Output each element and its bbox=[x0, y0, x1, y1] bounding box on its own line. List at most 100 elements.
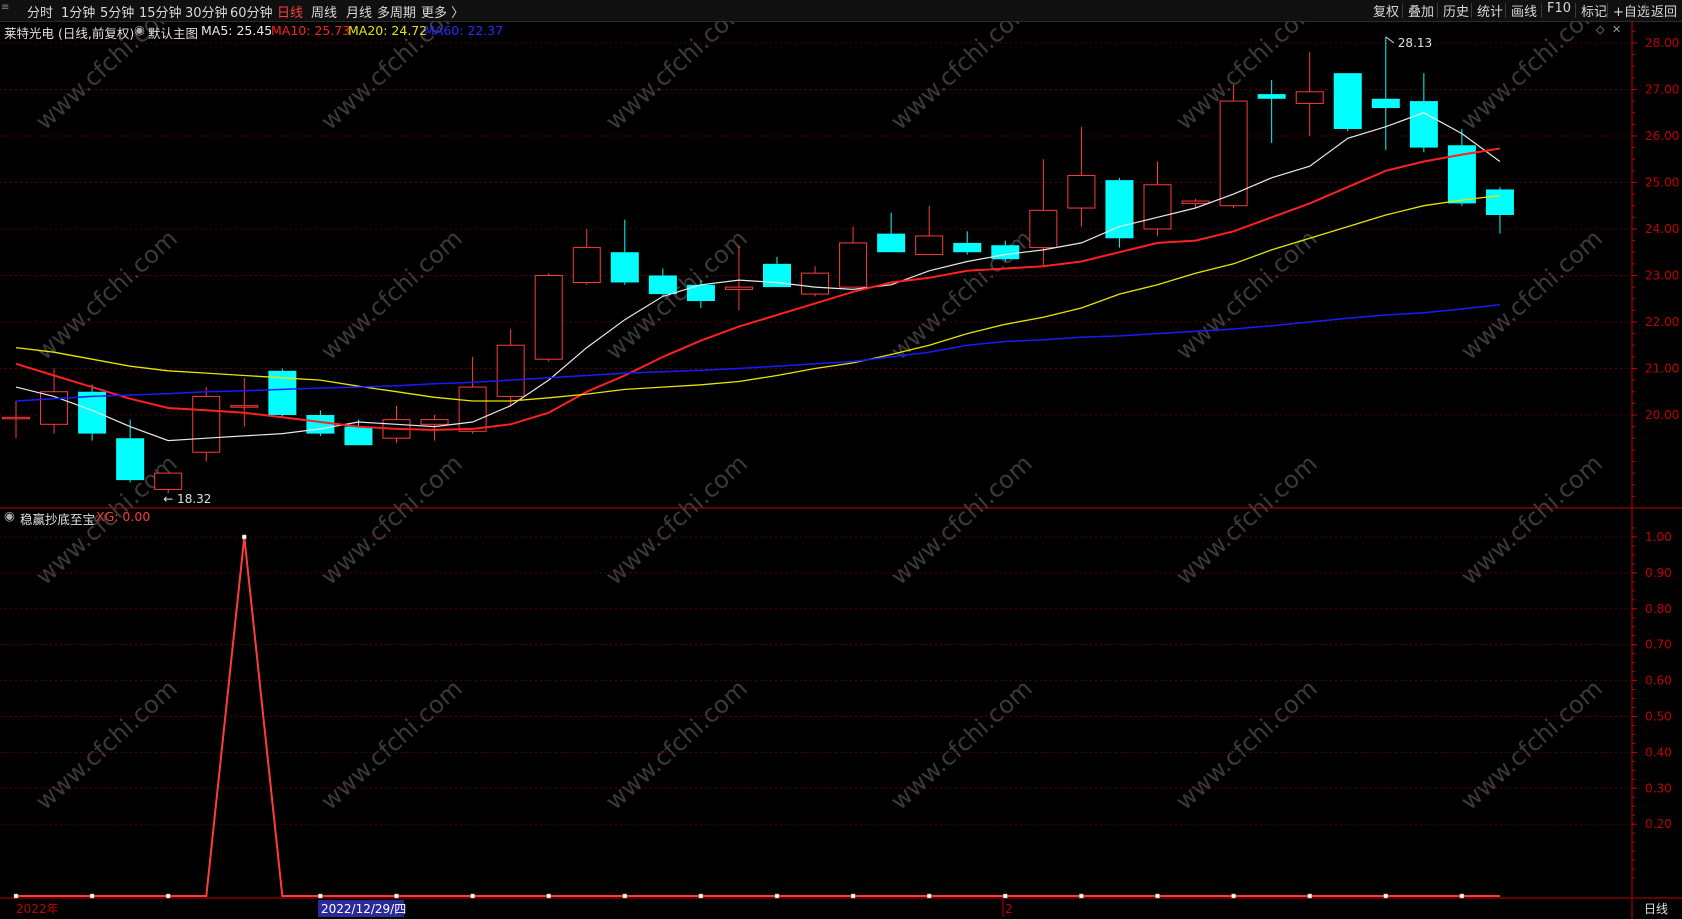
watermark-text: www.cfchi.com bbox=[1455, 21, 1607, 135]
watermark-text: www.cfchi.com bbox=[600, 21, 752, 135]
xg-point bbox=[1459, 893, 1465, 899]
candle-body bbox=[192, 395, 221, 453]
watermark-text: www.cfchi.com bbox=[315, 224, 467, 365]
y-tick-label: 25.00 bbox=[1645, 175, 1679, 189]
main-indicator-name[interactable]: 默认主图 bbox=[148, 23, 198, 42]
candle bbox=[192, 387, 221, 462]
candle bbox=[1143, 161, 1172, 236]
candle bbox=[534, 273, 563, 362]
stock-name: 莱特光电 (日线,前复权) bbox=[4, 26, 135, 41]
y-tick-label: 0.50 bbox=[1645, 709, 1672, 723]
toolbar-button-7[interactable]: +自选 bbox=[1610, 1, 1653, 20]
candle-body bbox=[420, 419, 449, 425]
candle-body bbox=[1409, 101, 1438, 148]
candle bbox=[1333, 73, 1362, 132]
period-tab-10[interactable]: 更多 〉 bbox=[421, 2, 464, 21]
period-tab-8[interactable]: 月线 bbox=[346, 2, 372, 21]
period-tab-6[interactable]: 日线 bbox=[277, 2, 303, 21]
xg-point bbox=[318, 893, 323, 899]
watermark-text: www.cfchi.com bbox=[1170, 224, 1322, 365]
ma-line-ma20 bbox=[15, 194, 1500, 402]
y-tick-label: 0.80 bbox=[1645, 602, 1672, 616]
y-tick-label: 0.30 bbox=[1645, 781, 1672, 795]
toolbar-button-8[interactable]: 返回 bbox=[1648, 1, 1680, 20]
watermark-text: www.cfchi.com bbox=[600, 224, 752, 365]
period-tab-4[interactable]: 30分钟 bbox=[185, 2, 228, 21]
candle bbox=[230, 377, 259, 427]
candle bbox=[1371, 36, 1400, 150]
candle-body bbox=[953, 242, 982, 253]
toolbar-button-0[interactable]: 复权 bbox=[1370, 1, 1402, 20]
xg-point bbox=[470, 893, 475, 899]
period-tab-2[interactable]: 5分钟 bbox=[100, 2, 134, 21]
candle-body bbox=[1371, 98, 1400, 109]
candle-body bbox=[1295, 91, 1324, 104]
period-tab-7[interactable]: 周线 bbox=[311, 2, 337, 21]
candle-body bbox=[1333, 73, 1362, 129]
low-label: ← 18.32 bbox=[163, 492, 211, 506]
ma10-label: MA10: 25.73 bbox=[271, 23, 351, 38]
menu-icon[interactable]: ≡ bbox=[1, 2, 9, 13]
candle bbox=[268, 368, 297, 418]
period-tab-1[interactable]: 1分钟 bbox=[61, 2, 95, 21]
y-tick-label: 1.00 bbox=[1645, 530, 1672, 544]
candle bbox=[648, 268, 677, 297]
xg-point bbox=[774, 893, 780, 899]
y-tick-label: 22.00 bbox=[1645, 315, 1679, 329]
candle-body bbox=[230, 405, 259, 408]
diamond-icon[interactable]: ◇ bbox=[1596, 23, 1604, 36]
month-label: 2 bbox=[1005, 902, 1013, 916]
toolbar-button-5[interactable]: F10 bbox=[1544, 1, 1574, 16]
watermark-text: www.cfchi.com bbox=[600, 674, 752, 815]
toolbar-button-3[interactable]: 统计 bbox=[1474, 1, 1506, 20]
y-tick-label: 0.40 bbox=[1645, 745, 1672, 759]
candle-body bbox=[1485, 189, 1514, 216]
period-tab-5[interactable]: 60分钟 bbox=[230, 2, 273, 21]
sub-indicator-name[interactable]: 稳赢抄底至宝 bbox=[20, 509, 95, 528]
kline-chart[interactable]: www.cfchi.com www.cfchi.com www.cfchi.com w… bbox=[0, 21, 1682, 919]
y-tick-label: 27.00 bbox=[1645, 82, 1679, 96]
candle-body bbox=[2, 416, 30, 420]
watermark-text: www.cfchi.com bbox=[885, 674, 1037, 815]
high-marker bbox=[1385, 36, 1395, 44]
candle bbox=[953, 231, 982, 255]
sub-toggle-icon[interactable]: ◉ bbox=[4, 508, 15, 523]
candle bbox=[572, 228, 601, 285]
watermark-text: www.cfchi.com bbox=[885, 449, 1037, 590]
period-tab-9[interactable]: 多周期 bbox=[377, 2, 416, 21]
watermark-text: www.cfchi.com bbox=[30, 674, 182, 815]
watermark-text: www.cfchi.com bbox=[30, 224, 182, 365]
toolbar-button-4[interactable]: 画线 bbox=[1508, 1, 1540, 20]
xg-point bbox=[1307, 893, 1312, 899]
toolbar-button-6[interactable]: 标记 bbox=[1578, 1, 1610, 20]
watermark-text: www.cfchi.com bbox=[1455, 224, 1607, 365]
high-label: 28.13 bbox=[1398, 36, 1432, 50]
period-tab-0[interactable]: 分时 bbox=[27, 2, 53, 21]
year-label: 2022年 bbox=[16, 902, 59, 916]
candle bbox=[1295, 52, 1324, 136]
candle-body bbox=[572, 247, 601, 283]
y-tick-label: 20.00 bbox=[1645, 408, 1679, 422]
candle bbox=[877, 212, 906, 253]
period-tab-3[interactable]: 15分钟 bbox=[139, 2, 182, 21]
candle bbox=[1105, 177, 1134, 248]
watermark-text: www.cfchi.com bbox=[885, 21, 1037, 135]
toolbar-button-1[interactable]: 叠加 bbox=[1405, 1, 1437, 20]
candle bbox=[801, 266, 830, 297]
y-tick-label: 0.20 bbox=[1645, 817, 1672, 831]
close-icon[interactable]: ✕ bbox=[1612, 23, 1621, 36]
y-tick-label: 28.00 bbox=[1645, 36, 1679, 50]
toolbar-button-2[interactable]: 历史 bbox=[1440, 1, 1472, 20]
candle-body bbox=[1143, 184, 1172, 230]
xg-point bbox=[165, 893, 171, 899]
period-label: 日线 bbox=[1644, 902, 1668, 916]
indicator-toggle-icon[interactable]: ◉ bbox=[134, 22, 145, 37]
candle bbox=[915, 205, 944, 256]
candle-body bbox=[496, 344, 525, 397]
cursor-date: 2022/12/29/四 bbox=[321, 902, 406, 916]
y-tick-label: 0.70 bbox=[1645, 638, 1672, 652]
xg-label: XG: 0.00 bbox=[96, 509, 151, 524]
xg-point bbox=[698, 893, 704, 899]
candle-body bbox=[116, 438, 145, 481]
candle-body bbox=[801, 272, 830, 295]
